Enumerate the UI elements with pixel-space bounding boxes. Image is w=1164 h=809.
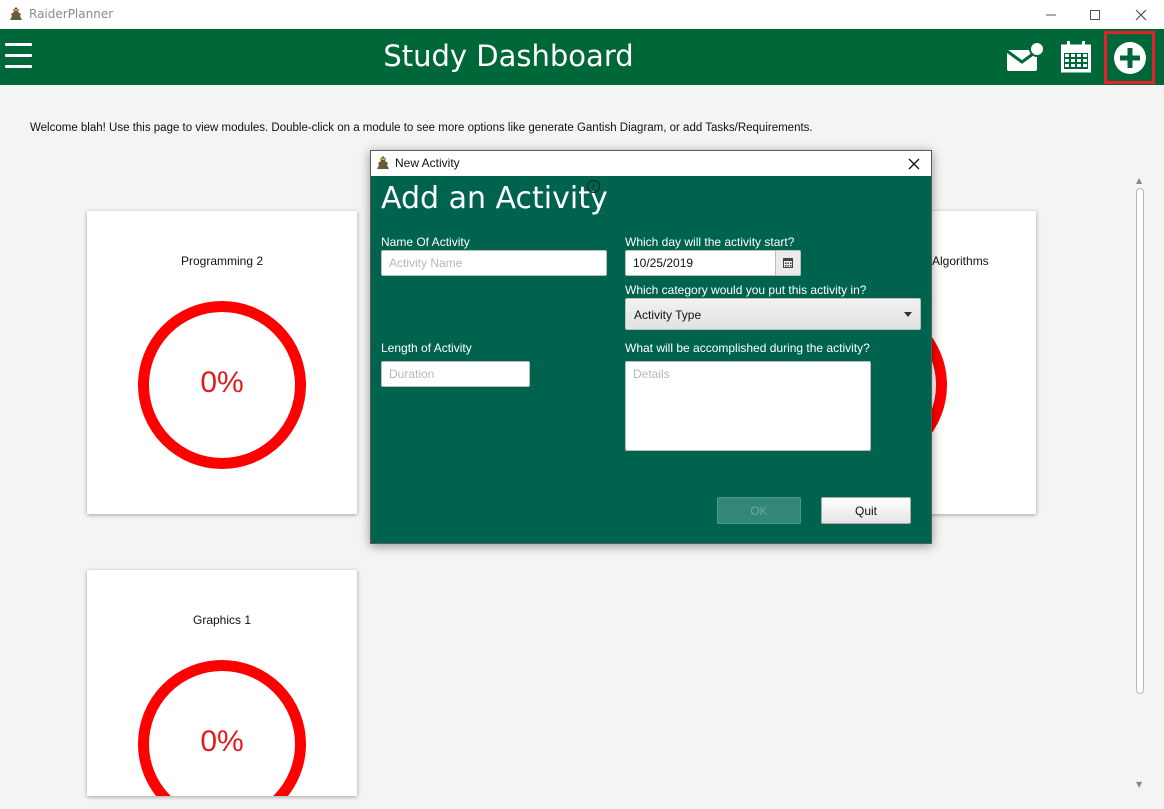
module-title: Algorithms bbox=[932, 254, 989, 268]
category-label: Which category would you put this activi… bbox=[625, 283, 867, 297]
scroll-up-icon[interactable]: ▲ bbox=[1136, 176, 1142, 185]
window-titlebar: RaiderPlanner bbox=[0, 0, 1164, 29]
scroll-down-icon[interactable]: ▼ bbox=[1136, 780, 1142, 789]
mail-notification-icon bbox=[1006, 41, 1045, 71]
add-icon bbox=[1113, 41, 1146, 74]
close-button[interactable] bbox=[1118, 0, 1164, 29]
close-icon bbox=[908, 158, 920, 170]
dialog-window-title: New Activity bbox=[395, 156, 460, 170]
quit-button[interactable]: Quit bbox=[821, 497, 911, 524]
calendar-button[interactable] bbox=[1056, 29, 1096, 85]
dashboard-header: Study Dashboard bbox=[0, 29, 1164, 85]
maximize-button[interactable] bbox=[1072, 0, 1118, 29]
start-date-input[interactable] bbox=[625, 250, 776, 276]
details-label: What will be accomplished during the act… bbox=[625, 341, 870, 355]
minimize-button[interactable] bbox=[1028, 0, 1074, 29]
mail-notification-button[interactable] bbox=[1000, 29, 1050, 85]
details-textarea[interactable] bbox=[625, 361, 871, 451]
window-title: RaiderPlanner bbox=[29, 7, 114, 21]
activity-type-select[interactable]: Activity Type bbox=[625, 298, 921, 330]
calendar-icon bbox=[783, 258, 793, 268]
module-progress: 0% bbox=[200, 366, 244, 399]
start-day-label: Which day will the activity start? bbox=[625, 235, 795, 249]
activity-type-value: Activity Type bbox=[634, 308, 702, 322]
page-scrollbar[interactable]: ▲ ▼ bbox=[1133, 176, 1147, 794]
calendar-icon bbox=[1061, 41, 1091, 73]
activity-name-input[interactable] bbox=[381, 250, 607, 276]
activity-name-label: Name Of Activity bbox=[381, 235, 470, 249]
info-icon[interactable]: i bbox=[587, 180, 600, 193]
module-title: Graphics 1 bbox=[192, 613, 252, 627]
raider-logo-icon bbox=[10, 7, 22, 20]
close-icon bbox=[1135, 9, 1147, 20]
welcome-message: Welcome blah! Use this page to view modu… bbox=[30, 122, 813, 134]
chevron-down-icon bbox=[904, 312, 912, 317]
page-title: Study Dashboard bbox=[383, 39, 634, 73]
module-title: Programming 2 bbox=[180, 254, 264, 268]
activity-duration-input[interactable] bbox=[381, 361, 530, 387]
maximize-icon bbox=[1090, 9, 1100, 20]
dialog-close-button[interactable] bbox=[903, 154, 925, 174]
scrollbar-thumb[interactable] bbox=[1136, 188, 1144, 694]
activity-length-label: Length of Activity bbox=[381, 341, 472, 355]
new-activity-dialog: New Activity Add an Activity i Name Of A… bbox=[370, 150, 932, 544]
module-card[interactable]: Graphics 1 0% bbox=[87, 570, 357, 796]
minimize-icon bbox=[1046, 14, 1056, 15]
dialog-heading: Add an Activity bbox=[381, 181, 608, 216]
raider-logo-icon bbox=[377, 156, 389, 169]
dialog-titlebar: New Activity bbox=[371, 151, 931, 176]
module-progress: 0% bbox=[200, 725, 244, 758]
ok-button[interactable]: OK bbox=[717, 497, 801, 524]
date-picker-button[interactable] bbox=[775, 250, 801, 276]
module-card[interactable]: Programming 2 0% bbox=[87, 211, 357, 514]
add-activity-button[interactable] bbox=[1104, 31, 1155, 84]
